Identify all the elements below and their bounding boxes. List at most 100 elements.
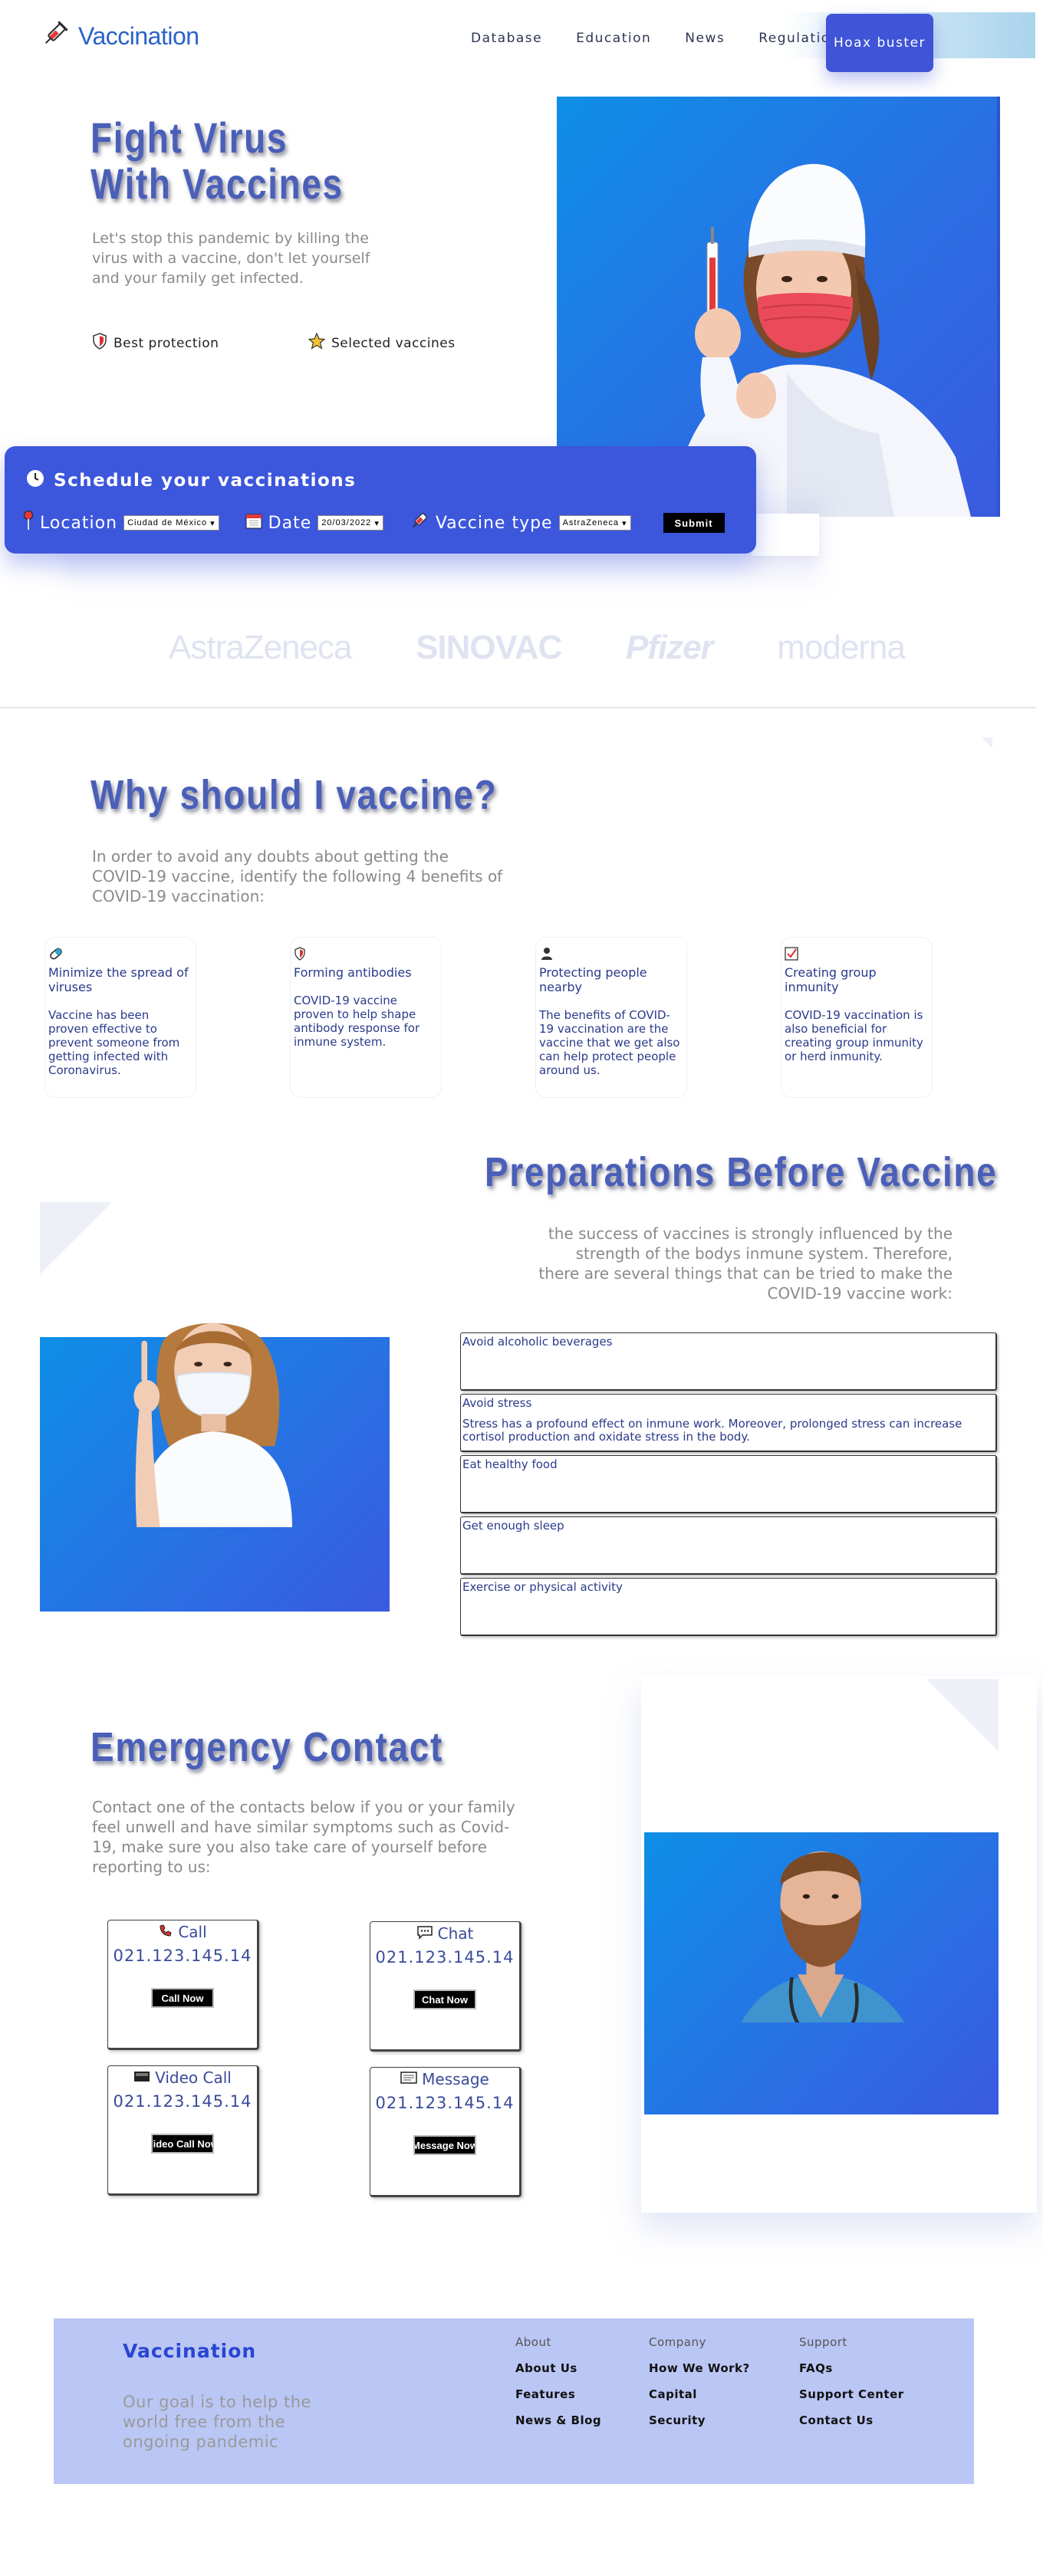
vaccine-value: AstraZeneca xyxy=(562,518,619,527)
people-icon xyxy=(539,947,683,961)
woman-mask-image xyxy=(40,1322,390,1612)
contact-card-number: 021.123.145.14 xyxy=(375,1948,515,1967)
syringe-icon xyxy=(40,20,69,52)
footer-link-news-blog[interactable]: News & Blog xyxy=(515,2413,601,2427)
logo-text: Vaccination xyxy=(78,21,199,50)
footer-column-heading: Company xyxy=(649,2335,706,2349)
contact-card-call: Call 021.123.145.14 Call Now xyxy=(107,1920,259,2050)
contact-card-label: Message xyxy=(422,2070,489,2088)
brand-sinovac: SINOVAC xyxy=(416,629,562,666)
location-group: Location Ciudad de México ▾ xyxy=(23,511,219,535)
vaccine-select[interactable]: AstraZeneca ▾ xyxy=(558,515,631,531)
vaccine-label: Vaccine type xyxy=(435,513,553,533)
phone-icon xyxy=(158,1923,173,1942)
contact-card-label: Call xyxy=(178,1923,207,1941)
map-pin-icon xyxy=(23,511,34,535)
date-label: Date xyxy=(268,513,312,533)
prep-title: Preparations Before Vaccine xyxy=(485,1149,998,1195)
footer-column-heading: About xyxy=(515,2335,551,2349)
benefit-card-title: Forming antibodies xyxy=(294,965,412,980)
prep-item-question: Avoid alcoholic beverages xyxy=(462,1335,613,1349)
hero-title-line1: Fight Virus xyxy=(90,113,288,162)
hero-description: Let's stop this pandemic by killing the … xyxy=(92,230,370,287)
checkbox-icon xyxy=(785,947,929,961)
feature-selected-vaccines: Selected vaccines xyxy=(308,332,456,353)
brand-astrazeneca: AstraZeneca xyxy=(169,629,352,666)
benefit-card: Minimize the spread of viruses Vaccine h… xyxy=(44,937,196,1098)
star-icon xyxy=(308,332,326,353)
contact-card-chat: Chat 021.123.145.14 Chat Now xyxy=(370,1921,522,2052)
prep-item[interactable]: Exercise or physical activity xyxy=(460,1578,997,1636)
footer-link-features[interactable]: Features xyxy=(515,2387,601,2401)
emergency-title: Emergency Contact xyxy=(90,1724,443,1770)
benefit-card-title: Creating group inmunity xyxy=(785,965,877,994)
schedule-decoration xyxy=(752,514,819,556)
brand-pfizer: Pfizer xyxy=(625,629,714,666)
benefit-card: Forming antibodies COVID-19 vaccine prov… xyxy=(290,937,442,1098)
vaccine-group: Vaccine type AstraZeneca ▾ xyxy=(410,511,631,535)
syringe-icon xyxy=(410,511,429,535)
schedule-title-text: Schedule your vaccinations xyxy=(54,471,357,491)
footer-link-security[interactable]: Security xyxy=(649,2413,750,2427)
submit-button[interactable]: Submit xyxy=(663,513,725,533)
footer-column-company: Company How We Work? Capital Security xyxy=(649,2335,750,2440)
contact-card-label: Video Call xyxy=(155,2068,232,2087)
prep-item[interactable]: Avoid alcoholic beverages xyxy=(460,1332,997,1391)
schedule-title: Schedule your vaccinations xyxy=(26,469,356,492)
section-divider xyxy=(0,707,1035,708)
contact-card-title: Message xyxy=(370,2069,519,2089)
footer-link-support-center[interactable]: Support Center xyxy=(799,2387,904,2401)
hero-title: Fight Virus With Vaccines xyxy=(90,115,344,207)
contact-card-video-call: Video Call 021.123.145.14 Video Call Now xyxy=(107,2065,259,2196)
nav-link-database[interactable]: Database xyxy=(471,31,542,46)
benefit-card: Protecting people nearby The benefits of… xyxy=(535,937,687,1098)
nav-link-news[interactable]: News xyxy=(685,31,725,46)
capsule-icon xyxy=(48,947,192,961)
contact-card-number: 021.123.145.14 xyxy=(113,1947,252,1965)
emergency-description: Contact one of the contacts below if you… xyxy=(92,1798,515,1876)
video-call-now-button[interactable]: Video Call Now xyxy=(151,2134,214,2154)
benefit-card-title: Minimize the spread of viruses xyxy=(48,965,189,994)
footer-link-faqs[interactable]: FAQs xyxy=(799,2361,904,2375)
chevron-down-icon: ▾ xyxy=(621,518,627,528)
footer-description: Our goal is to help the world free from … xyxy=(123,2393,311,2451)
footer-link-contact-us[interactable]: Contact Us xyxy=(799,2413,904,2427)
hero-title-line2: With Vaccines xyxy=(90,159,344,208)
schedule-form: Location Ciudad de México ▾ Date 20/03/2… xyxy=(23,511,725,535)
date-select[interactable]: 20/03/2022 ▾ xyxy=(318,515,383,531)
benefit-card-body: The benefits of COVID-19 vaccination are… xyxy=(539,1008,680,1077)
shield-icon xyxy=(294,947,438,961)
prep-item[interactable]: Eat healthy food xyxy=(460,1455,997,1513)
prep-item-answer: Stress has a profound effect on inmune w… xyxy=(462,1417,962,1444)
footer-column-heading: Support xyxy=(799,2335,847,2349)
chevron-down-icon: ▾ xyxy=(210,518,216,528)
contact-card-label: Chat xyxy=(437,1924,474,1943)
footer-column-about: About About Us Features News & Blog xyxy=(515,2335,601,2440)
location-value: Ciudad de México xyxy=(127,518,208,527)
message-now-button[interactable]: Message Now xyxy=(413,2135,476,2155)
video-camera-icon xyxy=(133,2068,150,2087)
shield-icon xyxy=(92,333,107,353)
feature-best-protection: Best protection xyxy=(92,333,219,353)
why-description: In order to avoid any doubts about getti… xyxy=(92,847,503,905)
calendar-icon xyxy=(245,512,262,534)
footer-link-how-we-work[interactable]: How We Work? xyxy=(649,2361,750,2375)
prep-item[interactable]: Avoid stress Stress has a profound effec… xyxy=(460,1394,997,1452)
call-now-button[interactable]: Call Now xyxy=(151,1988,214,2008)
logo[interactable]: Vaccination xyxy=(40,20,199,52)
benefit-card-title: Protecting people nearby xyxy=(539,965,647,994)
feature-label: Selected vaccines xyxy=(331,335,456,351)
benefit-card-body: COVID-19 vaccine proven to help shape an… xyxy=(294,994,420,1049)
footer-link-capital[interactable]: Capital xyxy=(649,2387,750,2401)
footer-brand[interactable]: Vaccination xyxy=(123,2340,256,2362)
hoax-buster-button[interactable]: Hoax buster xyxy=(826,14,933,72)
footer-link-about-us[interactable]: About Us xyxy=(515,2361,601,2375)
prep-item-question: Avoid stress xyxy=(462,1396,532,1410)
footer-column-support: Support FAQs Support Center Contact Us xyxy=(799,2335,904,2440)
contact-card-title: Call xyxy=(108,1922,257,1942)
prep-item[interactable]: Get enough sleep xyxy=(460,1516,997,1575)
chat-now-button[interactable]: Chat Now xyxy=(413,1990,476,2009)
nav-link-education[interactable]: Education xyxy=(576,31,651,46)
location-select[interactable]: Ciudad de México ▾ xyxy=(123,515,219,531)
brand-logos: AstraZeneca SINOVAC Pfizer moderna xyxy=(169,613,906,682)
